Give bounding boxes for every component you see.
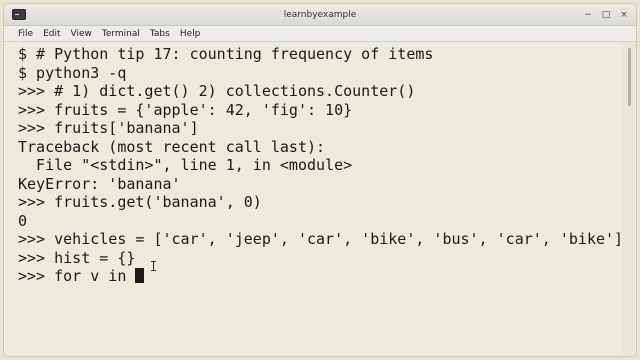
terminal-line: >>> vehicles = ['car', 'jeep', 'car', 'b… — [18, 230, 624, 248]
menu-view[interactable]: View — [71, 29, 92, 39]
current-input: >>> for v in — [18, 267, 136, 285]
terminal-line: >>> fruits['banana'] — [18, 119, 199, 137]
close-button[interactable]: × — [616, 7, 632, 23]
maximize-button[interactable]: □ — [598, 7, 614, 23]
menu-help[interactable]: Help — [180, 29, 201, 39]
scrollbar-thumb[interactable] — [628, 48, 631, 106]
terminal-line: 0 — [18, 211, 28, 230]
menu-file[interactable]: File — [18, 29, 33, 39]
menu-bar: File Edit View Terminal Tabs Help — [4, 26, 636, 42]
terminal-line: $ python3 -q — [18, 63, 127, 82]
scrollbar[interactable] — [622, 42, 636, 356]
terminal-line: $ # Python tip 17: counting frequency of… — [18, 45, 434, 63]
terminal-line: >>> # 1) dict.get() 2) collections.Count… — [18, 82, 416, 100]
terminal-line: >>> hist = {} — [18, 248, 136, 267]
terminal-line: >>> fruits.get('banana', 0) — [18, 193, 262, 211]
terminal-line: Traceback (most recent call last): — [18, 137, 326, 156]
minimize-button[interactable]: − — [580, 7, 596, 23]
terminal-window: learnbyexample − □ × File Edit View Term… — [4, 4, 636, 356]
terminal-line: KeyError: 'banana' — [18, 174, 181, 193]
terminal-line: File "<stdin>", line 1, in <module> — [18, 156, 353, 174]
window-controls: − □ × — [580, 7, 632, 23]
terminal-line: >>> fruits = {'apple': 42, 'fig': 10} — [18, 100, 353, 119]
window-title: learnbyexample — [283, 10, 357, 20]
text-cursor — [135, 268, 145, 283]
menu-edit[interactable]: Edit — [43, 29, 60, 39]
menu-tabs[interactable]: Tabs — [150, 29, 170, 39]
menu-terminal[interactable]: Terminal — [102, 29, 140, 39]
terminal-output[interactable]: $ # Python tip 17: counting frequency of… — [4, 42, 624, 356]
terminal-prompt-line[interactable]: >>> for v in — [18, 267, 622, 286]
title-bar[interactable]: learnbyexample − □ × — [4, 4, 636, 26]
